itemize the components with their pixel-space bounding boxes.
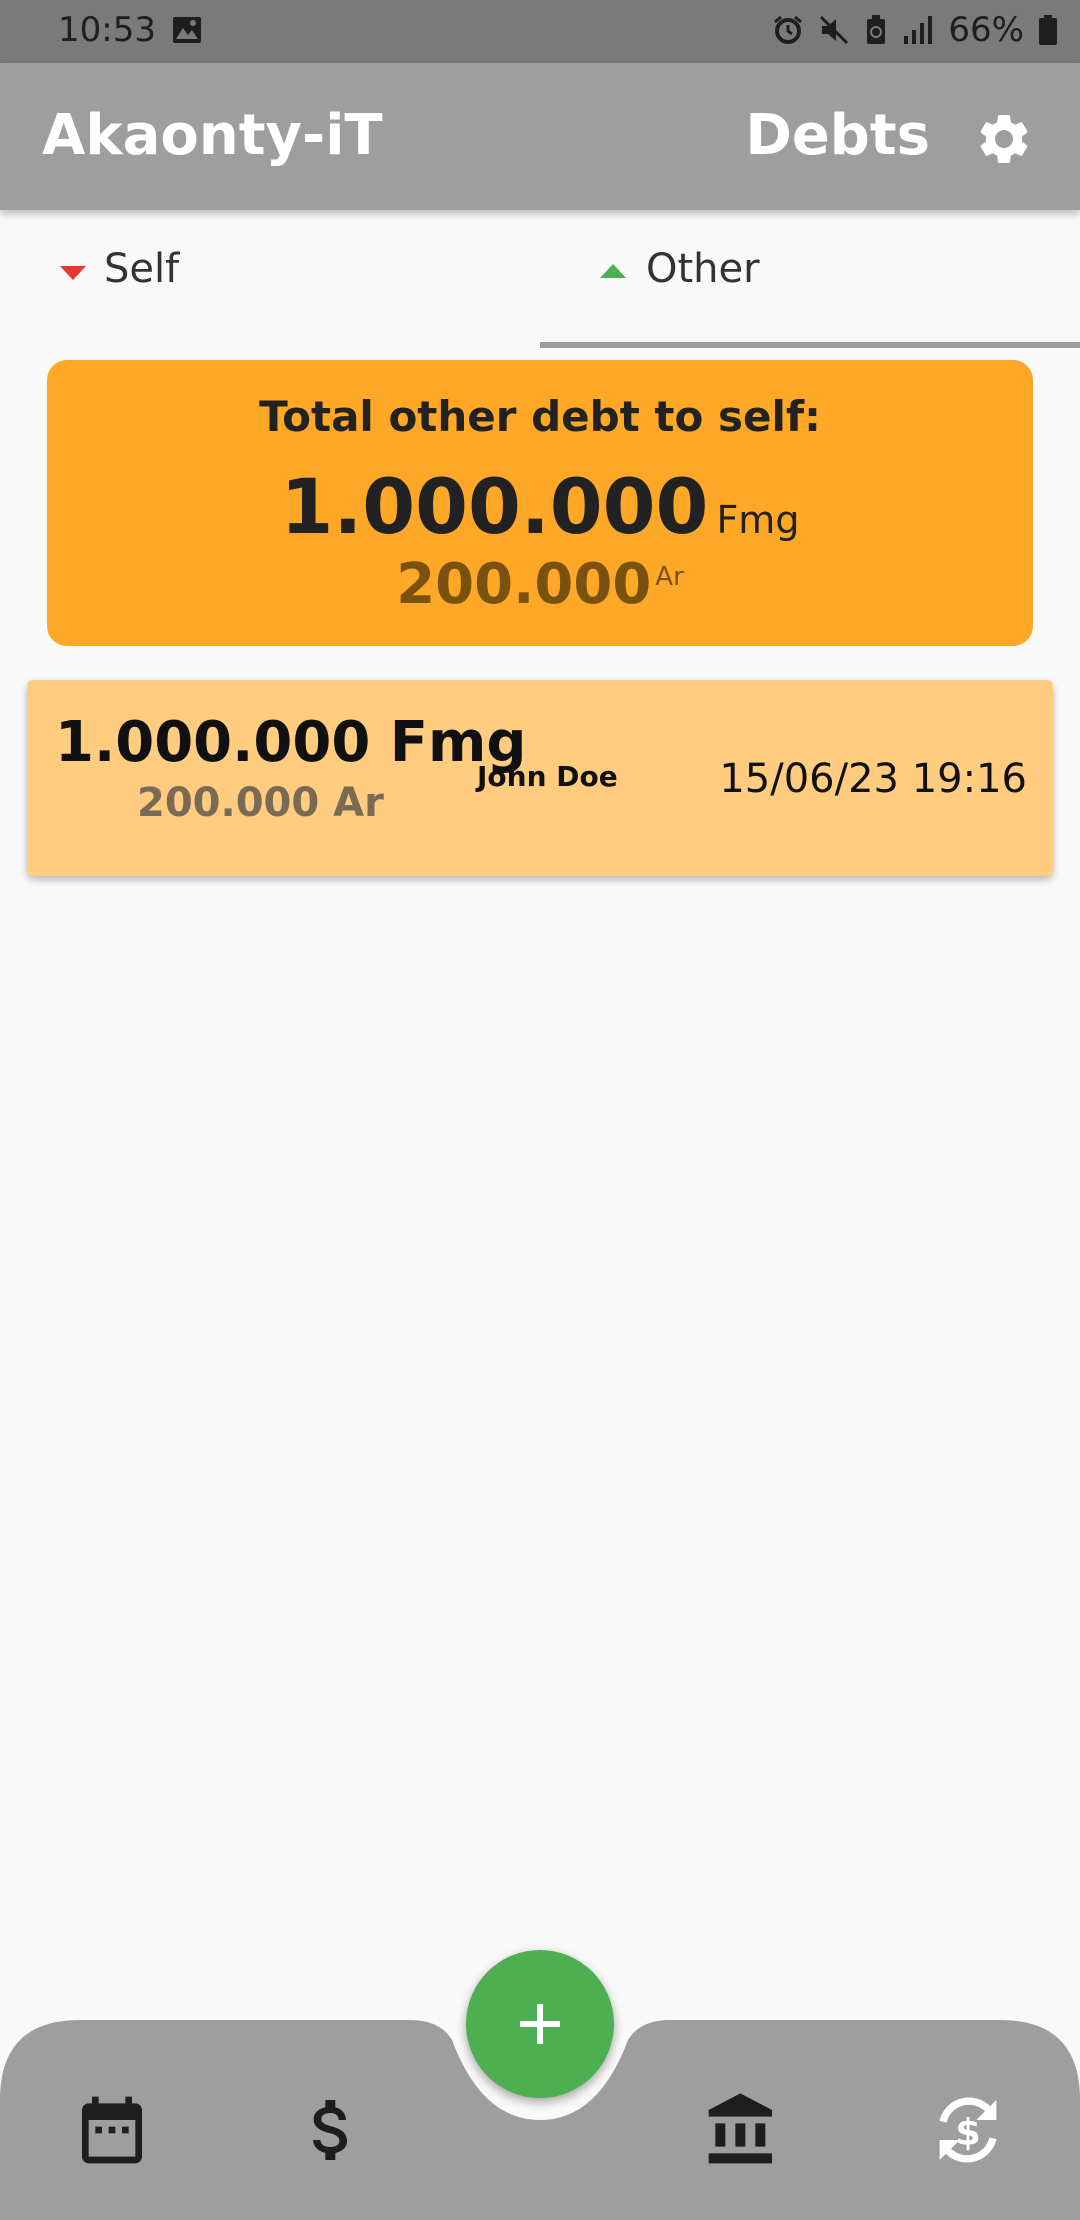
converted-amount-unit: Ar: [655, 562, 684, 592]
debt-amount: 1.000.000 Fmg: [55, 710, 527, 775]
total-debt-converted: 200.000 Ar: [47, 552, 1033, 617]
debtor-name: John Doe: [477, 760, 618, 793]
add-debt-button[interactable]: [466, 1950, 614, 2098]
total-debt-card: Total other debt to self: 1.000.000 Fmg 2…: [47, 360, 1033, 646]
mute-icon: [820, 15, 849, 45]
app-bar: Akaonty-iT Debts: [0, 63, 1080, 210]
battery-saver-icon: [867, 15, 886, 44]
total-debt-heading: Total other debt to self:: [259, 392, 821, 441]
battery-icon: [1039, 15, 1057, 45]
plus-icon: [520, 2004, 560, 2044]
up-triangle-icon: [600, 264, 626, 278]
signal-icon: [904, 16, 933, 44]
dollar-icon[interactable]: [292, 2090, 372, 2170]
debt-tabs: Self Other: [0, 210, 1080, 348]
status-time: 10:53: [58, 10, 156, 50]
tab-self[interactable]: Self: [0, 210, 540, 340]
tab-selected-indicator: [540, 342, 1080, 348]
total-debt-amount: 1.000.000 Fmg: [47, 462, 1033, 551]
gear-icon[interactable]: [974, 109, 1034, 169]
bank-icon[interactable]: [702, 2090, 782, 2170]
status-icons: 66%: [772, 10, 1058, 50]
page-title: Debts: [745, 103, 930, 168]
app-title: Akaonty-iT: [42, 103, 383, 168]
debt-converted-amount: 200.000 Ar: [137, 780, 384, 826]
converted-amount-value: 200.000: [396, 552, 652, 617]
total-amount-unit: Fmg: [716, 498, 800, 542]
battery-percent: 66%: [948, 10, 1024, 50]
debt-date: 15/06/23 19:16: [719, 756, 1027, 802]
down-triangle-icon: [60, 266, 86, 280]
image-notification-icon: [173, 17, 201, 43]
svg-text:$: $: [955, 2111, 981, 2154]
calendar-icon[interactable]: [72, 2090, 152, 2170]
currency-exchange-icon[interactable]: $: [928, 2090, 1008, 2170]
status-bar: 10:53 66%: [0, 0, 1080, 63]
tab-other-label: Other: [646, 246, 760, 292]
alarm-icon: [774, 15, 803, 44]
tab-self-label: Self: [104, 246, 180, 292]
total-amount-value: 1.000.000: [280, 462, 709, 551]
debt-list-item[interactable]: 1.000.000 Fmg 200.000 Ar John Doe 15/06/…: [27, 680, 1053, 876]
tab-other[interactable]: Other: [540, 210, 1080, 348]
